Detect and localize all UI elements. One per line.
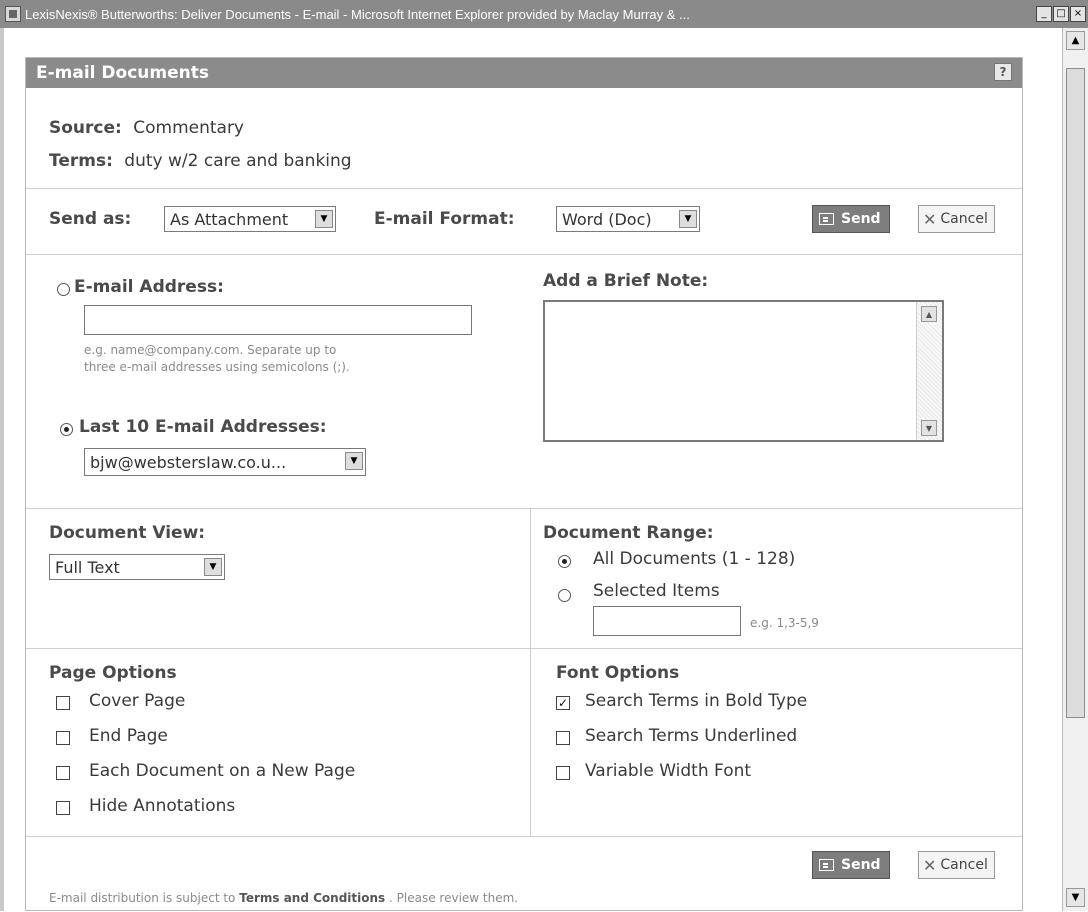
cancel-button-label: Cancel bbox=[940, 211, 988, 227]
document-view-value: Full Text bbox=[55, 557, 120, 577]
window-title-bar: LexisNexis® Butterworths: Deliver Docume… bbox=[0, 0, 1088, 28]
cancel-button-label: Cancel bbox=[940, 857, 988, 873]
variable-width-font-label: Variable Width Font bbox=[585, 761, 752, 781]
vertical-scrollbar[interactable]: ▲ ▼ bbox=[1062, 28, 1088, 911]
terms-label: Terms: bbox=[49, 151, 113, 171]
help-button[interactable]: ? bbox=[994, 63, 1012, 81]
email-address-radio[interactable] bbox=[57, 283, 70, 296]
email-hint-line-2: three e-mail addresses using semicolons … bbox=[84, 360, 350, 374]
window-border bbox=[0, 28, 4, 911]
document-view-select[interactable]: Full Text ▼ bbox=[49, 554, 225, 580]
send-icon bbox=[819, 859, 834, 871]
document-view-range-section: Document View: Full Text ▼ Document Rang… bbox=[26, 508, 1022, 649]
selected-items-radio[interactable] bbox=[558, 589, 571, 602]
scroll-down-arrow-icon[interactable]: ▼ bbox=[921, 420, 937, 436]
textarea-scrollbar[interactable]: ▲ ▼ bbox=[916, 302, 942, 440]
send-as-label: Send as: bbox=[49, 209, 132, 229]
scroll-down-arrow-icon[interactable]: ▼ bbox=[1066, 888, 1085, 907]
all-documents-label: All Documents (1 - 128) bbox=[593, 549, 796, 569]
column-divider bbox=[530, 509, 531, 649]
last-10-addresses-label: Last 10 E-mail Addresses: bbox=[79, 417, 327, 437]
source-label: Source: bbox=[49, 118, 122, 138]
email-address-label: E-mail Address: bbox=[74, 277, 224, 297]
send-as-select[interactable]: As Attachment ▼ bbox=[164, 206, 336, 232]
email-address-input[interactable] bbox=[84, 305, 472, 335]
selected-items-label: Selected Items bbox=[593, 581, 720, 601]
window-controls: _ □ × bbox=[1036, 6, 1086, 22]
source-value: Commentary bbox=[133, 118, 244, 138]
terms-notice-prefix: E-mail distribution is subject to bbox=[49, 891, 236, 905]
terms-and-conditions-link[interactable]: Terms and Conditions bbox=[239, 891, 385, 905]
dropdown-arrow-icon[interactable]: ▼ bbox=[315, 210, 333, 228]
each-document-new-page-checkbox[interactable] bbox=[56, 766, 70, 780]
send-button-label: Send bbox=[841, 211, 881, 227]
options-section: Page Options Cover Page End Page Each Do… bbox=[26, 648, 1022, 837]
selected-items-input[interactable] bbox=[593, 606, 741, 636]
ie-app-icon bbox=[5, 6, 21, 22]
email-format-value: Word (Doc) bbox=[562, 209, 652, 229]
footer-section: Send ✕ Cancel E-mail distribution is sub… bbox=[26, 836, 1022, 912]
selected-items-hint: e.g. 1,3-5,9 bbox=[750, 616, 819, 630]
each-document-new-page-label: Each Document on a New Page bbox=[89, 761, 356, 781]
column-divider bbox=[530, 649, 531, 837]
maximize-icon[interactable]: □ bbox=[1053, 6, 1069, 22]
last-10-addresses-value: bjw@webstersIaw.co.u... bbox=[90, 452, 287, 472]
scroll-up-arrow-icon[interactable]: ▲ bbox=[1066, 31, 1085, 50]
source-row: Source: Commentary bbox=[49, 118, 244, 138]
cover-page-checkbox[interactable] bbox=[56, 696, 70, 710]
page-options-label: Page Options bbox=[49, 663, 177, 683]
terms-notice-suffix: . Please review them. bbox=[389, 891, 519, 905]
variable-width-font-checkbox[interactable] bbox=[556, 766, 570, 780]
cancel-button[interactable]: ✕ Cancel bbox=[918, 205, 995, 233]
dropdown-arrow-icon[interactable]: ▼ bbox=[345, 452, 363, 470]
minimize-icon[interactable]: _ bbox=[1036, 6, 1052, 22]
send-icon bbox=[819, 213, 834, 225]
send-as-value: As Attachment bbox=[170, 209, 289, 229]
cover-page-label: Cover Page bbox=[89, 691, 186, 711]
dialog-title: E-mail Documents bbox=[36, 63, 209, 83]
dropdown-arrow-icon[interactable]: ▼ bbox=[204, 558, 222, 576]
font-options-label: Font Options bbox=[556, 663, 680, 683]
send-button[interactable]: Send bbox=[812, 205, 890, 233]
terms-row: Terms: duty w/2 care and banking bbox=[49, 151, 352, 171]
close-icon[interactable]: × bbox=[1070, 6, 1086, 22]
all-documents-radio[interactable] bbox=[558, 555, 571, 568]
dialog-header: E-mail Documents ? bbox=[26, 58, 1022, 88]
close-icon: ✕ bbox=[923, 209, 937, 229]
email-address-hint: e.g. name@company.com. Separate up to th… bbox=[84, 342, 350, 376]
cancel-button-bottom[interactable]: ✕ Cancel bbox=[918, 851, 995, 879]
email-format-label: E-mail Format: bbox=[374, 209, 515, 229]
last-10-addresses-select[interactable]: bjw@webstersIaw.co.u... ▼ bbox=[84, 448, 366, 476]
last-10-addresses-radio[interactable] bbox=[60, 423, 73, 436]
document-view-label: Document View: bbox=[49, 523, 206, 543]
bold-search-terms-label: Search Terms in Bold Type bbox=[585, 691, 808, 711]
send-button-bottom[interactable]: Send bbox=[812, 851, 890, 879]
terms-notice: E-mail distribution is subject to Terms … bbox=[49, 891, 518, 905]
dropdown-arrow-icon[interactable]: ▼ bbox=[679, 210, 697, 228]
end-page-label: End Page bbox=[89, 726, 168, 746]
send-button-label: Send bbox=[841, 857, 881, 873]
close-icon: ✕ bbox=[923, 855, 937, 875]
email-format-select[interactable]: Word (Doc) ▼ bbox=[556, 206, 700, 232]
recipient-section: E-mail Address: e.g. name@company.com. S… bbox=[26, 254, 1022, 508]
underlined-search-terms-checkbox[interactable] bbox=[556, 731, 570, 745]
terms-value: duty w/2 care and banking bbox=[124, 151, 352, 171]
hide-annotations-checkbox[interactable] bbox=[56, 801, 70, 815]
brief-note-label: Add a Brief Note: bbox=[543, 271, 709, 291]
document-range-label: Document Range: bbox=[543, 523, 714, 543]
email-documents-dialog: E-mail Documents ? Source: Commentary Te… bbox=[25, 57, 1023, 911]
window-title: LexisNexis® Butterworths: Deliver Docume… bbox=[25, 6, 690, 22]
scroll-up-arrow-icon[interactable]: ▲ bbox=[921, 306, 937, 322]
bold-search-terms-checkbox[interactable]: ✓ bbox=[556, 696, 570, 710]
hide-annotations-label: Hide Annotations bbox=[89, 796, 236, 816]
underlined-search-terms-label: Search Terms Underlined bbox=[585, 726, 798, 746]
delivery-options-section: Send as: As Attachment ▼ E-mail Format: … bbox=[26, 188, 1022, 254]
end-page-checkbox[interactable] bbox=[56, 731, 70, 745]
brief-note-textarea[interactable]: ▲ ▼ bbox=[543, 300, 944, 442]
scrollbar-thumb[interactable] bbox=[1066, 68, 1085, 718]
email-hint-line-1: e.g. name@company.com. Separate up to bbox=[84, 343, 337, 357]
